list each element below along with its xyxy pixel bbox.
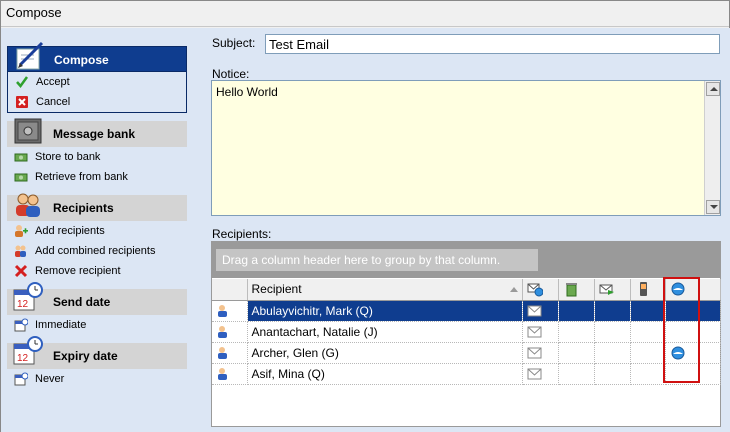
group-message-bank: Message bank Store to bank Retrieve from… <box>7 118 187 187</box>
mobile-phone-icon <box>639 282 647 297</box>
email-icon <box>527 326 541 338</box>
group-header-message-bank[interactable]: Message bank <box>7 118 187 147</box>
remove-recipient-button[interactable]: Remove recipient <box>7 261 187 281</box>
group-expiry-date: 12 Expiry date Never <box>7 336 187 389</box>
col-header-type[interactable] <box>212 279 248 301</box>
add-combined-recipients-button[interactable]: Add combined recipients <box>7 241 187 261</box>
window-title: Compose <box>1 1 729 27</box>
subject-input[interactable] <box>265 34 720 54</box>
user-icon <box>218 325 227 338</box>
add-recipients-button[interactable]: Add recipients <box>7 221 187 241</box>
svg-text:12: 12 <box>17 299 29 310</box>
money-stack-icon <box>14 173 28 182</box>
recipient-name: Asif, Mina (Q) <box>247 363 523 385</box>
notice-label: Notice: <box>212 67 250 81</box>
sort-ascending-icon <box>509 287 518 292</box>
store-to-bank-button[interactable]: Store to bank <box>7 147 187 167</box>
group-send-date: 12 Send date Immediate <box>7 282 187 335</box>
scroll-up-button[interactable] <box>706 82 720 96</box>
user-icon <box>218 304 227 317</box>
email-globe-icon <box>527 283 543 297</box>
notice-textarea[interactable]: Hello World <box>211 80 721 216</box>
user-icon <box>218 367 227 380</box>
retrieve-from-bank-button[interactable]: Retrieve from bank <box>7 167 187 187</box>
arrow-down-icon <box>710 205 718 209</box>
group-header-recipients[interactable]: Recipients <box>7 193 187 221</box>
group-header-expiry-date[interactable]: 12 Expiry date <box>7 336 187 369</box>
col-header-chat[interactable] <box>665 279 721 301</box>
svg-text:12: 12 <box>17 353 29 364</box>
remove-user-icon <box>14 264 28 278</box>
calendar-clock-icon: 12 <box>13 336 43 365</box>
group-by-hint: Drag a column header here to group by th… <box>216 249 538 271</box>
recycle-bin-icon <box>565 283 577 297</box>
user-icon <box>218 346 227 359</box>
email-arrow-icon <box>599 284 614 296</box>
globe-chat-icon <box>671 346 684 359</box>
table-row[interactable]: Archer, Glen (G) <box>212 342 721 364</box>
table-header-row: Recipient <box>212 279 721 301</box>
sidebar: Compose Accept Cancel Message bank Store… <box>1 28 193 432</box>
group-header-compose[interactable]: Compose <box>7 41 187 72</box>
never-button[interactable]: Never <box>7 369 187 389</box>
group-header-send-date[interactable]: 12 Send date <box>7 282 187 315</box>
add-user-icon <box>15 225 28 237</box>
calendar-clock-icon: 12 <box>13 282 43 311</box>
cancel-button[interactable]: Cancel <box>8 92 186 112</box>
cancel-x-icon <box>16 96 28 108</box>
money-stack-icon <box>14 153 28 162</box>
group-by-panel[interactable]: Drag a column header here to group by th… <box>212 242 720 278</box>
table-row[interactable]: Anantachart, Natalie (J) <box>212 321 721 343</box>
add-users-icon <box>15 245 26 257</box>
checkmark-icon <box>16 76 29 89</box>
recipients-label: Recipients: <box>212 227 272 241</box>
subject-label: Subject: <box>212 36 256 50</box>
table-row[interactable]: Asif, Mina (Q) <box>212 363 721 385</box>
recipient-name: Anantachart, Natalie (J) <box>247 321 523 343</box>
recipients-table: Recipient Abulayvichitr, Mark (Q) Ananta… <box>212 279 721 385</box>
scroll-down-button[interactable] <box>706 200 720 214</box>
recipients-grid: Drag a column header here to group by th… <box>211 241 721 427</box>
notice-text: Hello World <box>216 85 278 99</box>
email-icon <box>527 347 541 359</box>
calendar-small-icon <box>14 318 28 332</box>
globe-chat-icon <box>671 282 684 296</box>
compose-window: Compose Compose Accept Cancel Message ba… <box>0 0 730 432</box>
email-icon <box>527 305 541 317</box>
col-header-recycle[interactable] <box>558 279 595 301</box>
group-compose: Compose Accept Cancel <box>7 41 187 113</box>
compose-pen-icon <box>16 41 44 70</box>
table-row[interactable]: Abulayvichitr, Mark (Q) <box>212 300 721 322</box>
col-header-email[interactable] <box>522 279 559 301</box>
group-recipients: Recipients Add recipients Add combined r… <box>7 193 187 281</box>
users-icon <box>16 193 40 217</box>
compose-form: Subject: Notice: Hello World Recipients:… <box>193 28 730 432</box>
recipient-name: Archer, Glen (G) <box>247 342 523 364</box>
col-header-mobile[interactable] <box>630 279 666 301</box>
immediate-button[interactable]: Immediate <box>7 315 187 335</box>
calendar-small-icon <box>14 372 28 386</box>
accept-button[interactable]: Accept <box>8 72 186 92</box>
email-icon <box>527 368 541 380</box>
notice-scrollbar[interactable] <box>704 81 720 215</box>
col-header-email-arrow[interactable] <box>594 279 631 301</box>
recipient-name: Abulayvichitr, Mark (Q) <box>247 300 523 322</box>
safe-icon <box>14 118 42 144</box>
group-title-compose: Compose <box>54 53 109 67</box>
col-header-recipient[interactable]: Recipient <box>247 279 523 301</box>
arrow-up-icon <box>710 87 718 91</box>
